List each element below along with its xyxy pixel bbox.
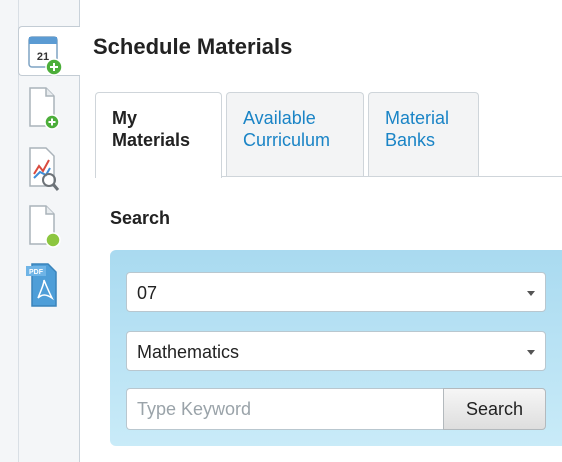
subject-select[interactable]: Mathematics [126,331,546,371]
left-rail: 21 PDF [0,0,80,462]
calendar-add-icon: 21 [28,36,63,76]
tab-label-line1: My [112,108,138,128]
document-status-icon [29,205,61,248]
chevron-down-icon [527,350,535,355]
tab-label-line2: Materials [112,130,191,150]
rail-item-add-document[interactable] [18,80,62,130]
search-heading: Search [110,208,171,228]
chevron-down-icon [527,291,535,296]
tab-available-curriculum[interactable]: Available Curriculum [226,92,364,176]
rail-item-document-status[interactable] [18,198,62,248]
tab-label-line2: Curriculum [243,130,331,150]
pdf-badge: PDF [29,269,44,276]
calendar-day: 21 [37,51,49,63]
document-search-icon [29,147,60,191]
tab-label-line1: Material [385,108,450,128]
page-title: Schedule Materials [93,34,293,59]
pdf-icon: PDF [26,263,57,307]
grade-select[interactable]: 07 [126,272,546,312]
tab-label-line2: Banks [385,130,436,150]
grade-select-value: 07 [137,283,158,303]
rail-item-search-document[interactable] [18,140,62,191]
subject-select-value: Mathematics [137,342,240,362]
search-button[interactable]: Search [443,388,546,430]
rail-item-schedule[interactable]: 21 [18,26,80,76]
rail-item-pdf[interactable]: PDF [18,256,62,307]
tab-label-line1: Available [243,108,316,128]
tab-material-banks[interactable]: Material Banks [368,92,479,176]
tab-my-materials[interactable]: My Materials [95,92,222,178]
document-add-icon [29,87,60,130]
keyword-input[interactable] [126,388,444,430]
search-panel: 07 Mathematics Search [110,250,562,446]
